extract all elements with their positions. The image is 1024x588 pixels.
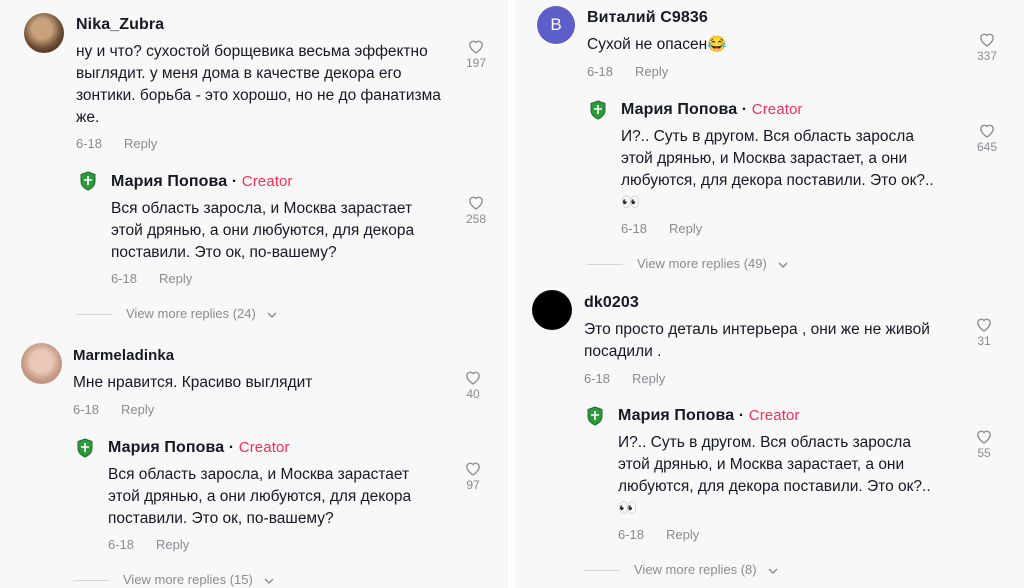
shield-logo-icon[interactable] <box>80 171 96 191</box>
reply-meta: 6-18 Reply <box>621 221 702 236</box>
column-divider <box>508 0 515 588</box>
like-count: 55 <box>977 446 991 460</box>
comment-date: 6-18 <box>584 371 611 386</box>
avatar[interactable]: B <box>537 6 575 44</box>
divider <box>76 314 112 316</box>
like-count: 31 <box>977 334 991 348</box>
reply-username[interactable]: Мария Попова · Creator <box>111 173 293 191</box>
shield-logo-icon[interactable] <box>590 100 606 120</box>
view-more-replies[interactable]: View more replies (49) <box>587 256 788 271</box>
comment-meta: 6-18 Reply <box>73 402 154 417</box>
comment-username[interactable]: Виталий С9836 <box>587 9 708 27</box>
chevron-down-icon <box>778 262 788 268</box>
divider <box>587 264 623 266</box>
comment-text: Это просто деталь интерьера , они же не … <box>584 321 930 360</box>
reply-text: И?.. Суть в другом. Вся область заросла … <box>618 434 931 517</box>
comment-text: ну и что? сухостой борщевика весьма эффе… <box>76 43 441 126</box>
reply-meta: 6-18 Reply <box>108 537 189 552</box>
shield-logo-icon[interactable] <box>587 406 603 426</box>
chevron-down-icon <box>768 568 778 574</box>
like-count: 258 <box>465 212 487 226</box>
like-button[interactable]: 55 <box>969 428 999 460</box>
heart-outline-icon <box>977 318 991 332</box>
view-more-replies[interactable]: View more replies (8) <box>584 562 778 577</box>
like-button[interactable]: 645 <box>972 122 1002 154</box>
reply-username[interactable]: Мария Попова · Creator <box>108 439 290 457</box>
like-button[interactable]: 258 <box>461 194 491 226</box>
reply-button[interactable]: Reply <box>121 402 154 417</box>
reply-date: 6-18 <box>618 527 645 542</box>
comment-meta: 6-18 Reply <box>587 64 668 79</box>
heart-outline-icon <box>469 196 483 210</box>
reply-button[interactable]: Reply <box>156 537 189 552</box>
like-button[interactable]: 197 <box>461 38 491 70</box>
reply-button[interactable]: Reply <box>159 271 192 286</box>
reply-text: Вся область заросла, и Москва зарастает … <box>108 466 412 527</box>
comment-text: Мне нравится. Красиво выглядит <box>73 374 313 391</box>
reply-username[interactable]: Мария Попова · Creator <box>621 101 803 119</box>
divider <box>73 580 109 582</box>
heart-outline-icon <box>466 462 480 476</box>
comment-username[interactable]: Nika_Zubra <box>76 16 164 34</box>
like-count: 197 <box>465 56 487 70</box>
reply-date: 6-18 <box>111 271 138 286</box>
reply-button[interactable]: Reply <box>124 136 157 151</box>
separator-dot: · <box>227 173 242 190</box>
shield-logo-icon[interactable] <box>77 438 93 458</box>
reply-username[interactable]: Мария Попова · Creator <box>618 407 800 425</box>
heart-outline-icon <box>977 430 991 444</box>
avatar-letter: B <box>550 15 562 34</box>
heart-outline-icon <box>466 371 480 385</box>
comment-meta: 6-18 Reply <box>584 371 665 386</box>
comment-text: Сухой не опасен😂 <box>587 36 727 53</box>
heart-outline-icon <box>980 124 994 138</box>
avatar[interactable] <box>24 13 64 53</box>
separator-dot: · <box>224 439 239 456</box>
like-count: 97 <box>466 478 480 492</box>
comment-date: 6-18 <box>587 64 614 79</box>
comment-date: 6-18 <box>76 136 103 151</box>
separator-dot: · <box>734 407 749 424</box>
reply-meta: 6-18 Reply <box>618 527 699 542</box>
left-comment-column: Nika_Zubra ну и что? сухостой борщевика … <box>0 0 505 588</box>
creator-badge: Creator <box>238 439 290 456</box>
view-more-replies[interactable]: View more replies (24) <box>76 306 277 321</box>
separator-dot: · <box>737 101 752 118</box>
comment-username[interactable]: Marmeladinka <box>73 347 174 364</box>
creator-badge: Creator <box>748 407 800 424</box>
creator-badge: Creator <box>751 101 803 118</box>
heart-outline-icon <box>469 40 483 54</box>
chevron-down-icon <box>264 578 274 584</box>
creator-badge: Creator <box>241 173 293 190</box>
divider <box>584 570 620 572</box>
like-count: 40 <box>466 387 480 401</box>
reply-meta: 6-18 Reply <box>111 271 192 286</box>
like-button[interactable]: 31 <box>969 316 999 348</box>
like-button[interactable]: 40 <box>458 369 488 401</box>
reply-button[interactable]: Reply <box>666 527 699 542</box>
like-button[interactable]: 97 <box>458 460 488 492</box>
like-count: 337 <box>976 49 998 63</box>
comment-date: 6-18 <box>73 402 100 417</box>
reply-date: 6-18 <box>621 221 648 236</box>
avatar[interactable] <box>21 343 62 384</box>
heart-outline-icon <box>980 33 994 47</box>
avatar[interactable] <box>532 290 572 330</box>
chevron-down-icon <box>267 312 277 318</box>
reply-text: Вся область заросла, и Москва зарастает … <box>111 200 415 261</box>
comment-username[interactable]: dk0203 <box>584 294 639 312</box>
like-button[interactable]: 337 <box>972 31 1002 63</box>
reply-button[interactable]: Reply <box>635 64 668 79</box>
like-count: 645 <box>976 140 998 154</box>
view-more-replies[interactable]: View more replies (15) <box>73 572 274 587</box>
reply-text: И?.. Суть в другом. Вся область заросла … <box>621 128 934 211</box>
reply-button[interactable]: Reply <box>632 371 665 386</box>
reply-date: 6-18 <box>108 537 135 552</box>
comment-meta: 6-18 Reply <box>76 136 157 151</box>
reply-button[interactable]: Reply <box>669 221 702 236</box>
